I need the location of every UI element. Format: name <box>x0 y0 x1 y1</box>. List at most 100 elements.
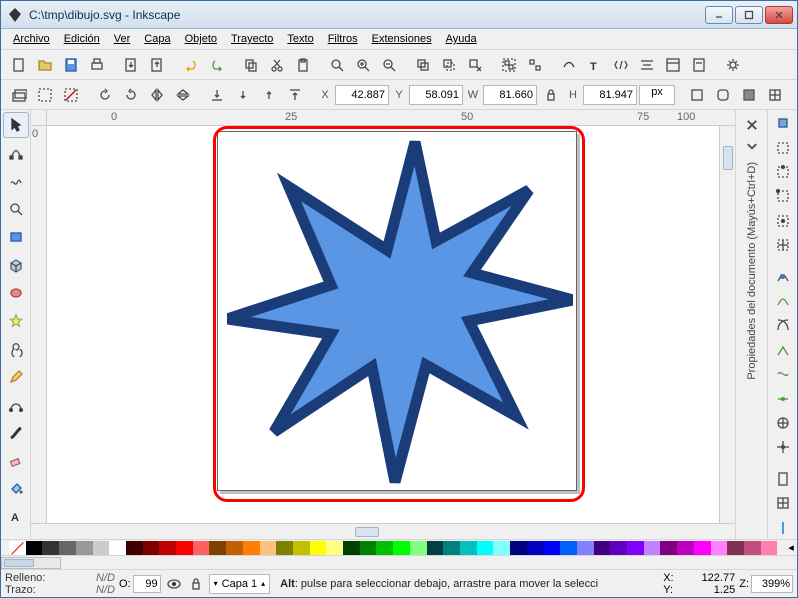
swatch[interactable] <box>761 541 778 555</box>
swatch[interactable] <box>159 541 176 555</box>
swatch[interactable] <box>360 541 377 555</box>
swatch[interactable] <box>193 541 210 555</box>
copy-button[interactable] <box>239 53 263 77</box>
swatch[interactable] <box>427 541 444 555</box>
deselect-button[interactable] <box>59 83 83 107</box>
ruler-vertical[interactable]: 0 <box>31 126 47 523</box>
swatch[interactable] <box>460 541 477 555</box>
swatch[interactable] <box>711 541 728 555</box>
minimize-button[interactable] <box>705 6 733 24</box>
affect-stroke-button[interactable] <box>685 83 709 107</box>
swatch[interactable] <box>577 541 594 555</box>
redo-button[interactable] <box>205 53 229 77</box>
layer-selector[interactable]: ▾ Capa 1 ▴ <box>209 574 271 594</box>
group-button[interactable] <box>497 53 521 77</box>
swatch[interactable] <box>627 541 644 555</box>
lower-bottom-button[interactable] <box>205 83 229 107</box>
paste-button[interactable] <box>291 53 315 77</box>
swatch[interactable] <box>176 541 193 555</box>
palette-menu-icon[interactable]: ◂ <box>785 541 797 554</box>
swatch[interactable] <box>143 541 160 555</box>
snap-grid-button[interactable] <box>771 492 795 514</box>
affect-gradient-button[interactable] <box>737 83 761 107</box>
text-tool[interactable]: A <box>3 504 29 530</box>
fill-stroke-indicator[interactable]: Relleno:N/D Trazo:N/D <box>5 572 115 596</box>
swatch[interactable] <box>560 541 577 555</box>
menu-extensiones[interactable]: Extensiones <box>366 31 438 47</box>
select-all-layers-button[interactable] <box>7 83 31 107</box>
menu-ayuda[interactable]: Ayuda <box>440 31 483 47</box>
snap-path-button[interactable] <box>771 290 795 312</box>
swatch[interactable] <box>310 541 327 555</box>
unit-select[interactable]: px <box>639 85 675 105</box>
tweak-tool[interactable] <box>3 168 29 194</box>
snap-smooth-button[interactable] <box>771 363 795 385</box>
horizontal-scrollbar[interactable] <box>31 523 735 539</box>
duplicate-button[interactable] <box>411 53 435 77</box>
menu-capa[interactable]: Capa <box>138 31 176 47</box>
maximize-button[interactable] <box>735 6 763 24</box>
menu-trayecto[interactable]: Trayecto <box>225 31 279 47</box>
menu-objeto[interactable]: Objeto <box>179 31 223 47</box>
swatch[interactable] <box>677 541 694 555</box>
star-tool[interactable] <box>3 308 29 334</box>
clone-button[interactable] <box>437 53 461 77</box>
swatch[interactable] <box>477 541 494 555</box>
ungroup-button[interactable] <box>523 53 547 77</box>
swatch[interactable] <box>9 541 26 555</box>
unlink-clone-button[interactable] <box>463 53 487 77</box>
flip-v-button[interactable] <box>171 83 195 107</box>
rotate-ccw-button[interactable] <box>93 83 117 107</box>
swatch[interactable] <box>660 541 677 555</box>
swatch[interactable] <box>343 541 360 555</box>
ruler-horizontal[interactable]: 0 25 50 75 100 <box>47 110 735 126</box>
w-input[interactable] <box>483 85 537 105</box>
save-button[interactable] <box>59 53 83 77</box>
snap-bbox-edge-button[interactable] <box>771 161 795 183</box>
snap-bbox-corner-button[interactable] <box>771 185 795 207</box>
panel-close-icon[interactable] <box>745 118 759 132</box>
spiral-tool[interactable] <box>3 336 29 362</box>
xml-button[interactable] <box>609 53 633 77</box>
print-button[interactable] <box>85 53 109 77</box>
export-button[interactable] <box>145 53 169 77</box>
zoom-tool[interactable] <box>3 196 29 222</box>
swatch[interactable] <box>76 541 93 555</box>
snap-cusp-button[interactable] <box>771 339 795 361</box>
swatch[interactable] <box>109 541 126 555</box>
bezier-tool[interactable] <box>3 392 29 418</box>
close-button[interactable] <box>765 6 793 24</box>
3dbox-tool[interactable] <box>3 252 29 278</box>
snap-midpoint-button[interactable] <box>771 387 795 409</box>
affect-pattern-button[interactable] <box>763 83 787 107</box>
selector-tool[interactable] <box>3 112 29 138</box>
lock-aspect-button[interactable] <box>539 83 563 107</box>
open-button[interactable] <box>33 53 57 77</box>
menu-filtros[interactable]: Filtros <box>322 31 364 47</box>
snap-center-button[interactable] <box>771 412 795 434</box>
canvas[interactable] <box>47 126 719 523</box>
snap-bbox-button[interactable] <box>771 136 795 158</box>
vertical-scrollbar[interactable] <box>719 126 735 523</box>
new-button[interactable] <box>7 53 31 77</box>
zoom-input[interactable] <box>751 575 793 593</box>
align-button[interactable] <box>635 53 659 77</box>
zoom-drawing-button[interactable] <box>351 53 375 77</box>
swatch[interactable] <box>493 541 510 555</box>
swatch[interactable] <box>326 541 343 555</box>
cut-button[interactable] <box>265 53 289 77</box>
swatch[interactable] <box>376 541 393 555</box>
swatch[interactable] <box>544 541 561 555</box>
panel-menu-icon[interactable] <box>745 140 759 154</box>
palette-scrollbar[interactable] <box>1 557 61 569</box>
swatch[interactable] <box>26 541 43 555</box>
snap-node-button[interactable] <box>771 266 795 288</box>
swatch[interactable] <box>209 541 226 555</box>
swatch[interactable] <box>59 541 76 555</box>
y-input[interactable] <box>409 85 463 105</box>
swatch[interactable] <box>510 541 527 555</box>
swatch[interactable] <box>443 541 460 555</box>
fill-stroke-button[interactable] <box>557 53 581 77</box>
affect-corner-button[interactable] <box>711 83 735 107</box>
rect-tool[interactable] <box>3 224 29 250</box>
